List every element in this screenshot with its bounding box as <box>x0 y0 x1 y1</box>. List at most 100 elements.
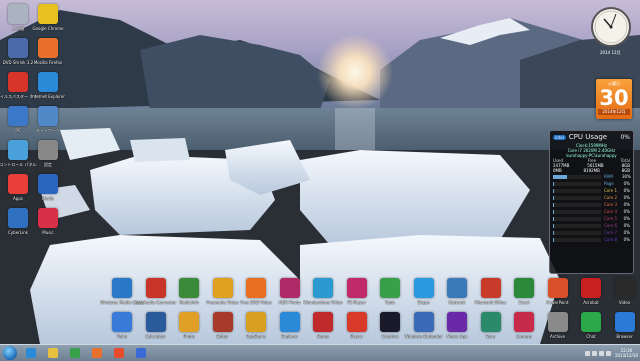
editor-icon <box>213 312 233 332</box>
taskbar-button[interactable] <box>132 346 150 360</box>
music-icon <box>38 208 58 228</box>
tray-date: 2014/12/30 <box>615 353 638 358</box>
cpu-meter-row: Core 70% <box>550 229 633 236</box>
meter-bar <box>553 182 601 186</box>
internet-explorer-icon <box>38 72 58 92</box>
meter-value: 0% <box>622 195 630 200</box>
defender-icon <box>414 312 434 332</box>
recycle-bin-icon <box>8 4 28 24</box>
music-app-icon <box>447 312 467 332</box>
calendar-gadget[interactable]: 火曜日 30 2014年12月 <box>596 79 632 119</box>
cpu-title: CPU Usage <box>569 133 621 141</box>
desktop-icon-label: 設定 <box>26 162 70 167</box>
player-icon <box>347 312 367 332</box>
taskbar-button[interactable] <box>66 346 84 360</box>
paint-icon <box>112 312 132 332</box>
meter-bar <box>553 238 601 242</box>
hdr-icon <box>280 278 300 298</box>
meter-value: 0% <box>622 209 630 214</box>
desktop-icon[interactable]: Music <box>26 208 70 235</box>
meter-fill <box>553 203 554 207</box>
desktop-icon-label: Browser <box>603 334 640 339</box>
browser-icon <box>615 312 635 332</box>
mediainfo-icon <box>179 278 199 298</box>
meter-bar <box>553 224 601 228</box>
system-tray: 22:26 2014/12/30 <box>584 346 638 360</box>
archive-icon <box>548 312 568 332</box>
meter-fill <box>553 217 554 221</box>
chrome-icon <box>38 4 58 24</box>
dvd-video-icon <box>246 278 266 298</box>
meter-name: Core 2 <box>604 195 622 200</box>
desktop-icon-label: Video <box>603 300 640 305</box>
meter-name: Page <box>604 181 622 186</box>
desktop-icon[interactable]: ネットワーク <box>26 106 70 133</box>
meter-bar <box>553 210 601 214</box>
cpu-meter-row: Core 40% <box>550 208 633 215</box>
taskbar-button[interactable] <box>110 346 128 360</box>
meter-bar <box>553 189 601 193</box>
desktop-icon[interactable]: Mozilla Firefox <box>26 38 70 65</box>
desktop-icon[interactable]: Video <box>603 278 640 305</box>
skype-icon <box>414 278 434 298</box>
network-app-icon <box>447 278 467 298</box>
audio-converter-icon <box>146 278 166 298</box>
meter-value: 0% <box>622 188 630 193</box>
meter-fill <box>553 210 554 214</box>
meter-fill <box>553 238 554 242</box>
desktop-icon[interactable]: 設定 <box>26 140 70 167</box>
calendar-year-month: 2014年12月 <box>598 109 630 115</box>
meter-fill <box>553 231 554 235</box>
page-used: 0MB <box>553 168 562 173</box>
cpu-meter-row: Core 80% <box>550 236 633 243</box>
tools-icon <box>380 278 400 298</box>
calendar-day: 30 <box>596 87 632 109</box>
cpu-meter-row: Core 20% <box>550 194 633 201</box>
intel-logo-icon: intel <box>553 135 566 140</box>
page-free: 8192MB <box>583 168 599 173</box>
file-explorer-taskbar-icon <box>48 348 58 358</box>
meter-bar <box>553 175 601 179</box>
meter-name: Core 7 <box>604 230 622 235</box>
network-icon <box>38 106 58 126</box>
media-icon <box>38 174 58 194</box>
store-taskbar-icon <box>70 348 80 358</box>
taskbar-button[interactable] <box>44 346 62 360</box>
tray-volume-icon[interactable] <box>592 351 597 356</box>
meter-bar <box>553 231 601 235</box>
taskbar-button[interactable] <box>22 346 40 360</box>
desktop-icon[interactable]: Internet Explorer <box>26 72 70 99</box>
creative-icon <box>380 312 400 332</box>
desktop-icon[interactable]: Media <box>26 174 70 201</box>
tray-flag-icon[interactable] <box>599 351 604 356</box>
desktop-icon[interactable]: Google Chrome <box>26 4 70 31</box>
antivirus-icon <box>8 72 28 92</box>
tray-keyboard-icon[interactable] <box>606 351 611 356</box>
cpu-usage-gadget[interactable]: intel CPU Usage 0% Clock:1599MHz Core i7… <box>549 130 634 274</box>
settings-icon <box>38 140 58 160</box>
desktop-icon[interactable]: Browser <box>603 312 640 339</box>
taskbar-button[interactable] <box>88 346 106 360</box>
cpu-meter-row: Core 50% <box>550 215 633 222</box>
meter-name: Core 3 <box>604 202 622 207</box>
cpu-meter-row: Page0% <box>550 180 633 187</box>
clock-icon <box>590 6 632 48</box>
dvd-shrink-icon <box>8 38 28 58</box>
firefox-icon <box>38 38 58 58</box>
firefox-taskbar-icon <box>92 348 102 358</box>
camera-icon <box>514 312 534 332</box>
faststone-icon <box>246 312 266 332</box>
desktop-icon-label: Media <box>26 196 70 201</box>
tray-network-icon[interactable] <box>585 351 590 356</box>
meter-value: 0% <box>622 181 630 186</box>
desktop-icon-label: Google Chrome <box>26 26 70 31</box>
meter-value: 0% <box>622 202 630 207</box>
meter-value: 0% <box>622 237 630 242</box>
meter-name: Core 4 <box>604 209 622 214</box>
start-button[interactable] <box>3 346 17 360</box>
clock-gadget[interactable] <box>590 6 632 48</box>
powerpoint-icon <box>548 278 568 298</box>
photo-icon <box>179 312 199 332</box>
tray-clock[interactable]: 22:26 2014/12/30 <box>615 348 638 358</box>
desktop-icon-label: Internet Explorer <box>26 94 70 99</box>
